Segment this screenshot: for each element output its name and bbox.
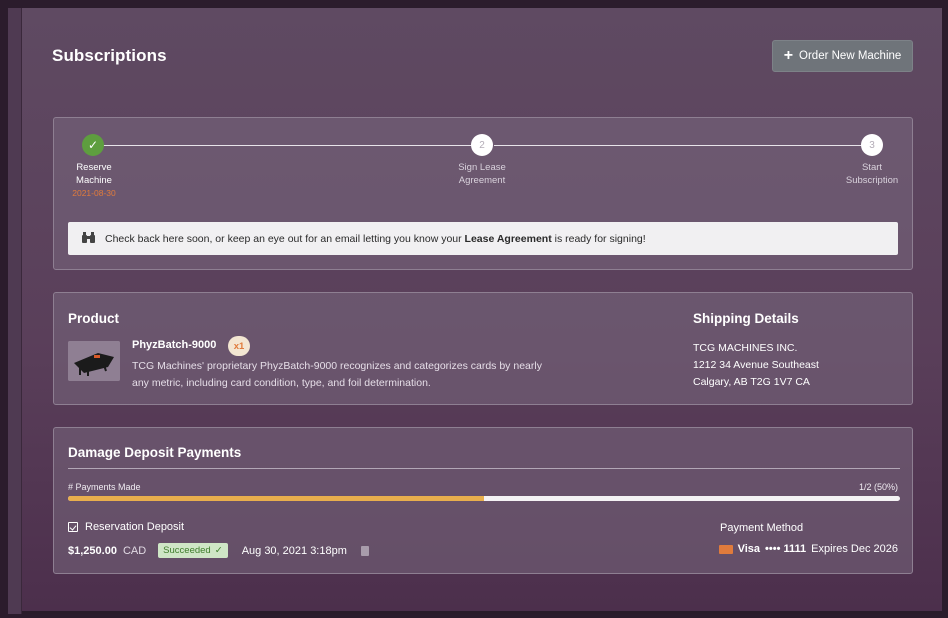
card-brand: Visa xyxy=(737,543,761,555)
divider xyxy=(68,468,900,469)
order-button-label: Order New Machine xyxy=(799,50,902,62)
payment-method-heading: Payment Method xyxy=(720,522,804,534)
card-expiry: Expires Dec 2026 xyxy=(811,543,898,555)
shipping-street: 1212 34 Avenue Southeast xyxy=(693,359,819,371)
deposit-date: Aug 30, 2021 3:18pm xyxy=(241,544,347,557)
calendar-check-icon xyxy=(68,522,78,532)
deposit-amount-row: $1,250.00 CAD Succeeded ✓ Aug 30, 2021 3… xyxy=(68,543,369,558)
damage-deposit-card: Damage Deposit Payments # Payments Made … xyxy=(53,427,913,574)
quantity-badge: x1 xyxy=(228,336,250,356)
deposit-currency: CAD xyxy=(122,544,147,557)
product-image xyxy=(68,341,120,381)
product-heading: Product xyxy=(68,311,120,326)
step-2-label: Sign Lease Agreement xyxy=(458,162,506,186)
step-connector xyxy=(494,145,872,146)
plus-icon: + xyxy=(783,47,794,64)
order-new-machine-button[interactable]: + Order New Machine xyxy=(772,40,913,72)
lease-notice: Check back here soon, or keep an eye out… xyxy=(68,222,898,255)
step-3-number: 3 xyxy=(861,134,883,156)
step-1-label: Reserve Machine 2021-08-30 xyxy=(58,161,130,200)
receipt-icon[interactable] xyxy=(360,545,369,556)
payments-made-label: # Payments Made xyxy=(68,482,141,492)
product-name: PhyzBatch-9000 xyxy=(132,339,217,351)
card-icon xyxy=(718,544,733,554)
product-description: TCG Machines' proprietary PhyzBatch-9000… xyxy=(132,360,542,389)
deposit-heading: Damage Deposit Payments xyxy=(68,445,242,460)
step-1-date: 2021-08-30 xyxy=(72,188,116,198)
check-icon: ✓ xyxy=(214,545,223,556)
step-2-number: 2 xyxy=(471,134,493,156)
deposit-amount: $1,250.00 xyxy=(68,544,117,557)
step-1-check-icon: ✓ xyxy=(82,134,104,156)
payment-method: Visa •••• 1111 Expires Dec 2026 xyxy=(718,543,898,555)
payments-made-ratio: 1/2 (50%) xyxy=(858,482,898,492)
status-badge: Succeeded ✓ xyxy=(158,543,228,558)
shipping-company: TCG MACHINES INC. xyxy=(693,342,798,354)
shipping-city: Calgary, AB T2G 1V7 CA xyxy=(693,376,810,388)
left-rail xyxy=(8,8,22,614)
shipping-heading: Shipping Details xyxy=(693,311,799,326)
payments-progress-bar xyxy=(68,496,900,501)
product-card: Product PhyzBatch-9000 x1 TCG Machines' … xyxy=(53,292,913,405)
binoculars-icon xyxy=(82,231,95,246)
progress-fill xyxy=(68,496,484,501)
step-connector xyxy=(94,145,474,146)
card-last4: •••• 1111 xyxy=(765,543,807,555)
step-3-label: Start Subscription xyxy=(845,162,899,186)
notice-text: Check back here soon, or keep an eye out… xyxy=(105,232,646,245)
page-title: Subscriptions xyxy=(52,46,167,65)
reservation-deposit-title: Reservation Deposit xyxy=(68,521,184,533)
subscription-progress-card: ✓ Reserve Machine 2021-08-30 2 Sign Leas… xyxy=(53,117,913,270)
